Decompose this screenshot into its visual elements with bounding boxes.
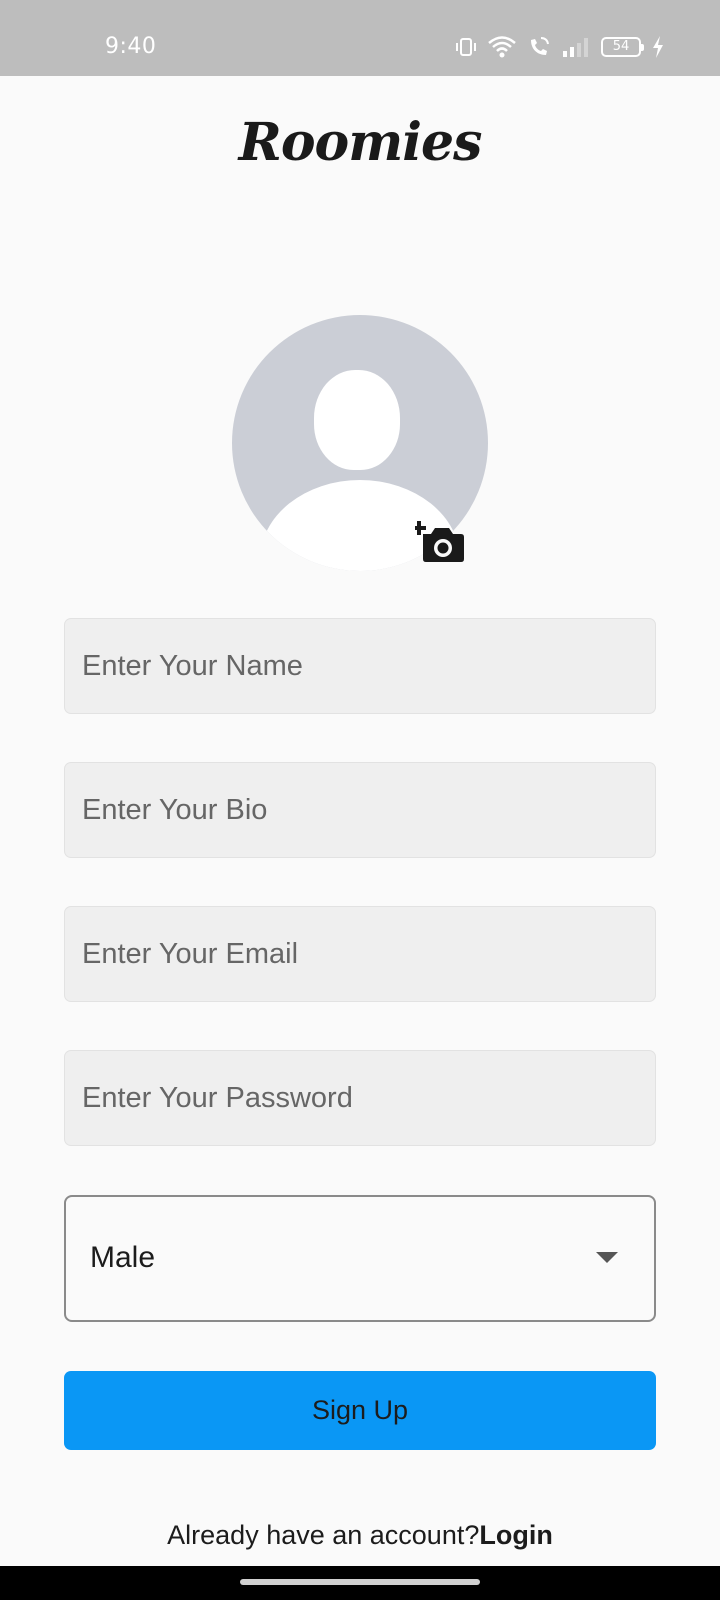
login-link[interactable]: Login <box>479 1520 552 1550</box>
login-prompt: Already have an account?Login <box>0 1520 720 1551</box>
charging-icon <box>651 35 665 59</box>
email-input[interactable] <box>64 906 656 1002</box>
add-photo-camera-icon[interactable] <box>412 518 467 564</box>
bio-input[interactable] <box>64 762 656 858</box>
vibrate-icon <box>455 36 477 58</box>
signup-button[interactable]: Sign Up <box>64 1371 656 1450</box>
dropdown-arrow-icon <box>596 1252 618 1263</box>
avatar-head-shape <box>314 370 400 470</box>
status-time: 9:40 <box>105 34 157 59</box>
battery-icon: 54 <box>601 37 644 57</box>
password-input[interactable] <box>64 1050 656 1146</box>
status-bar: 9:40 54 <box>0 0 720 76</box>
navigation-bar <box>0 1566 720 1600</box>
name-input[interactable] <box>64 618 656 714</box>
login-prompt-text: Already have an account? <box>167 1520 480 1550</box>
gender-dropdown[interactable]: Male <box>64 1195 656 1322</box>
status-icons: 54 <box>455 33 665 61</box>
home-indicator[interactable] <box>240 1579 480 1585</box>
gender-selected-value: Male <box>90 1241 156 1274</box>
wifi-calling-icon <box>527 35 551 59</box>
wifi-icon <box>487 35 517 59</box>
app-logo: Roomies <box>238 112 483 173</box>
profile-photo-picker[interactable] <box>232 315 488 571</box>
signal-icon <box>561 36 591 58</box>
